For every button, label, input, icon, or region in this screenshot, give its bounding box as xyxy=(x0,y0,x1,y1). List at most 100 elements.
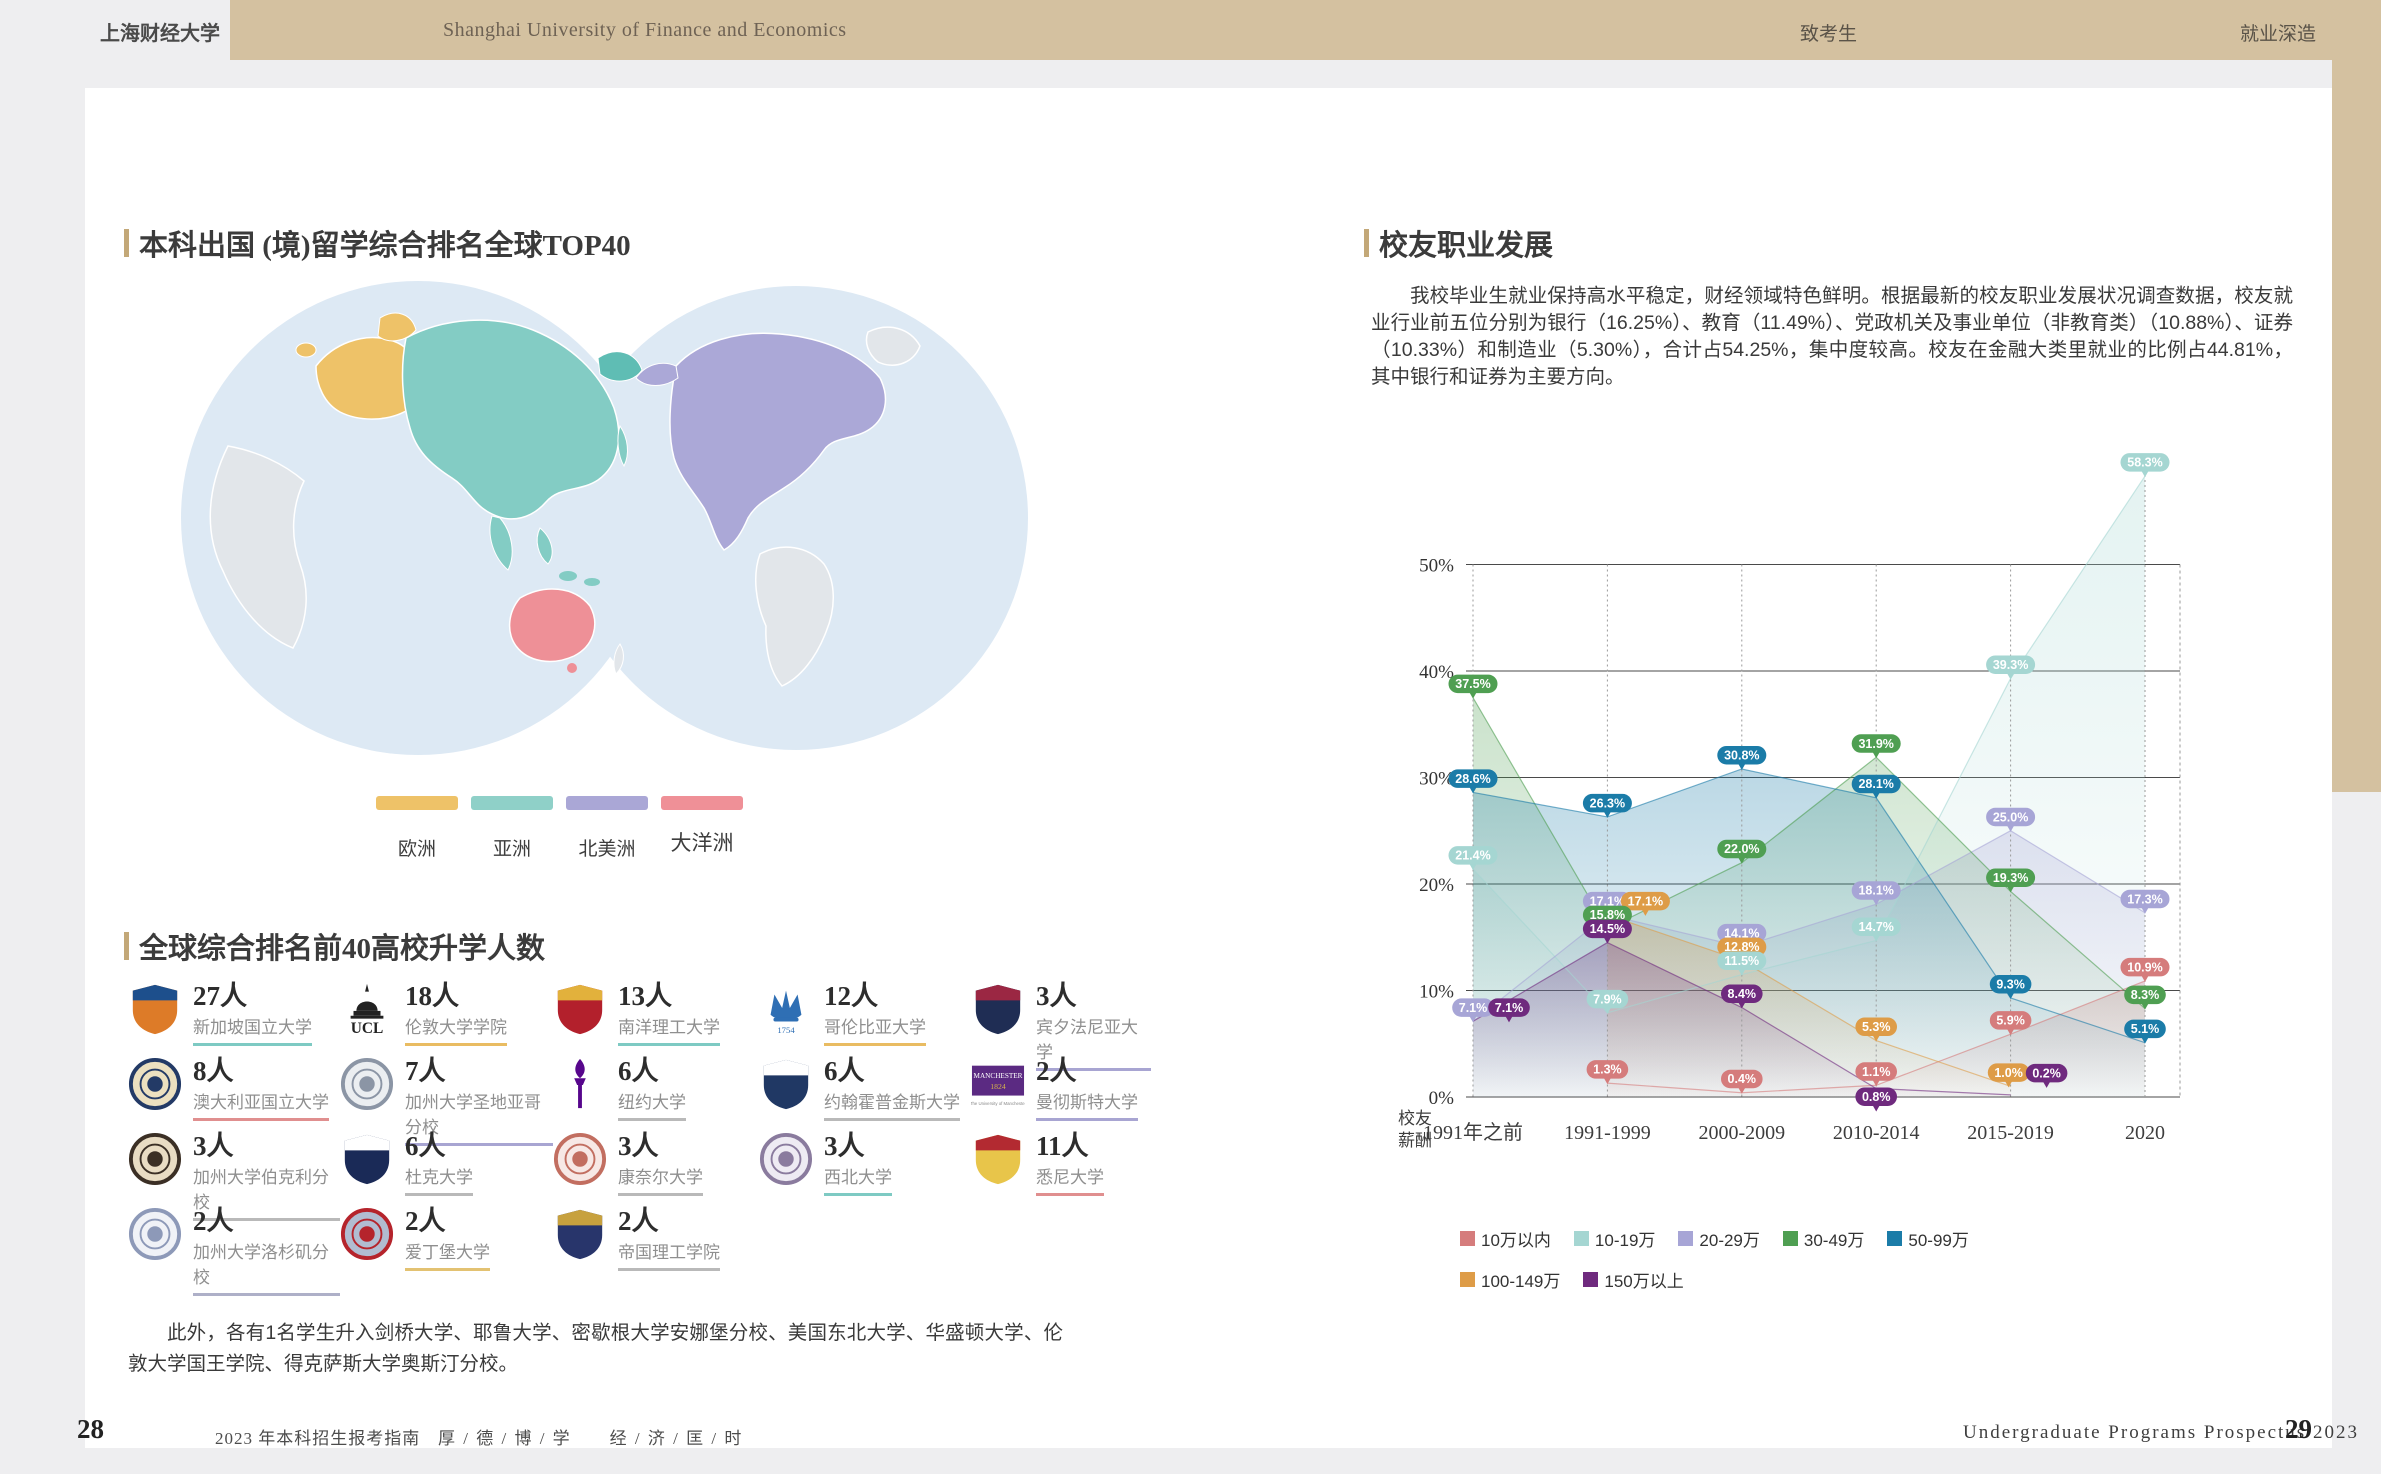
university-item: 13人南洋理工大学 xyxy=(553,982,759,1057)
university-count: 2人 xyxy=(405,1207,490,1235)
chart-legend-label: 20-29万 xyxy=(1699,1226,1759,1251)
svg-text:28.1%: 28.1% xyxy=(1858,777,1893,791)
university-count: 11人 xyxy=(1036,1132,1104,1160)
title-accent-bar xyxy=(124,932,129,960)
university-item: 3人西北大学 xyxy=(759,1132,971,1207)
svg-text:7.1%: 7.1% xyxy=(1459,1001,1488,1015)
university-name: 康奈尔大学 xyxy=(618,1163,703,1196)
university-name: 哥伦比亚大学 xyxy=(824,1013,926,1046)
columbia-crown-icon: 1754 xyxy=(759,982,813,1036)
svg-text:7.1%: 7.1% xyxy=(1495,1001,1524,1015)
university-name: 纽约大学 xyxy=(618,1088,686,1121)
header-nav-examinees: 致考生 xyxy=(1800,19,1857,46)
university-name: 悉尼大学 xyxy=(1036,1163,1104,1196)
svg-text:0.2%: 0.2% xyxy=(2032,1066,2061,1080)
nyu-torch-icon xyxy=(553,1057,607,1111)
university-count: 18人 xyxy=(405,982,507,1010)
chart-legend-label: 150万以上 xyxy=(1604,1267,1683,1292)
university-count: 6人 xyxy=(824,1057,960,1085)
ucla-seal-icon xyxy=(128,1207,182,1261)
svg-text:11.5%: 11.5% xyxy=(1724,954,1759,968)
y-axis-title: 薪酬 xyxy=(1398,1131,1432,1150)
y-axis-tick: 10% xyxy=(1419,982,1454,1003)
university-item: 6人约翰霍普金斯大学 xyxy=(759,1057,971,1132)
section-title-top40: 全球综合排名前40高校升学人数 xyxy=(124,925,545,967)
y-axis-tick: 20% xyxy=(1419,875,1454,896)
map-legend-swatch xyxy=(661,796,743,810)
svg-text:0.4%: 0.4% xyxy=(1728,1072,1757,1086)
university-name: 曼彻斯特大学 xyxy=(1036,1088,1138,1121)
university-grid: 27人新加坡国立大学UCL18人伦敦大学学院13人南洋理工大学175412人哥伦… xyxy=(128,982,1188,1282)
data-label-50-99万: 30.8% xyxy=(1717,746,1766,770)
chart-legend-item: 150万以上 xyxy=(1583,1267,1683,1292)
chart-legend-row: 100-149万 150万以上 xyxy=(1460,1267,1992,1292)
berkeley-seal-icon xyxy=(128,1132,182,1186)
university-name: 伦敦大学学院 xyxy=(405,1013,507,1046)
svg-text:14.7%: 14.7% xyxy=(1858,920,1893,934)
university-item: 2人帝国理工学院 xyxy=(553,1207,759,1282)
y-axis-title: 校友 xyxy=(1398,1109,1432,1128)
chart-legend-label: 30-49万 xyxy=(1804,1226,1864,1251)
university-count: 3人 xyxy=(193,1132,340,1160)
duke-shield-icon xyxy=(340,1132,394,1186)
university-item: 2人爱丁堡大学 xyxy=(340,1207,553,1282)
section-title-alumni: 校友职业发展 xyxy=(1364,222,1553,264)
section-title-study-abroad: 本科出国 (境)留学综合排名全球TOP40 xyxy=(124,222,631,264)
university-item: 27人新加坡国立大学 xyxy=(128,982,340,1057)
upenn-crest-icon xyxy=(971,982,1025,1036)
chart-legend-swatch xyxy=(1678,1231,1693,1246)
university-name: 帝国理工学院 xyxy=(618,1238,720,1271)
footer-motto: 厚 / 德 / 博 / 学 经 / 济 / 匡 / 时 xyxy=(438,1424,743,1449)
y-axis-tick: 50% xyxy=(1419,556,1454,577)
nus-crest-icon xyxy=(128,982,182,1036)
chart-legend-label: 10-19万 xyxy=(1595,1226,1655,1251)
svg-text:25.0%: 25.0% xyxy=(1993,810,2028,824)
svg-text:7.9%: 7.9% xyxy=(1593,992,1622,1006)
section-title-text: 校友职业发展 xyxy=(1379,222,1553,264)
svg-text:1.1%: 1.1% xyxy=(1862,1065,1891,1079)
x-axis-label: 2020 xyxy=(2125,1122,2165,1144)
map-legend-label: 亚洲 xyxy=(471,834,553,861)
university-count: 2人 xyxy=(618,1207,720,1235)
university-name-en: Shanghai University of Finance and Econo… xyxy=(443,19,847,42)
map-legend-item: 北美洲 xyxy=(566,796,648,864)
x-axis-label: 2010-2014 xyxy=(1833,1122,1920,1144)
northwestern-seal-icon xyxy=(759,1132,813,1186)
ucsd-seal-icon xyxy=(340,1057,394,1111)
university-count: 3人 xyxy=(618,1132,703,1160)
university-count: 2人 xyxy=(1036,1057,1138,1085)
alumni-paragraph: 我校毕业生就业保持高水平稳定，财经领域特色鲜明。根据最新的校友职业发展状况调查数… xyxy=(1371,283,2293,391)
y-axis-tick: 40% xyxy=(1419,662,1454,683)
chart-legend-swatch xyxy=(1887,1231,1902,1246)
university-item: 7人加州大学圣地亚哥分校 xyxy=(340,1057,553,1132)
svg-text:5.3%: 5.3% xyxy=(1862,1020,1891,1034)
university-name: 澳大利亚国立大学 xyxy=(193,1088,329,1121)
university-count: 3人 xyxy=(1036,982,1151,1010)
svg-text:8.3%: 8.3% xyxy=(2131,988,2160,1002)
map-legend-label: 欧洲 xyxy=(376,834,458,861)
svg-text:22.0%: 22.0% xyxy=(1724,842,1759,856)
svg-text:0.8%: 0.8% xyxy=(1862,1090,1891,1104)
section-title-text: 本科出国 (境)留学综合排名全球TOP40 xyxy=(139,222,631,264)
svg-text:1.3%: 1.3% xyxy=(1593,1063,1622,1077)
university-item: 11人悉尼大学 xyxy=(971,1132,1151,1207)
svg-text:10.9%: 10.9% xyxy=(2127,960,2162,974)
x-axis-label: 1991年之前 xyxy=(1423,1121,1523,1144)
chart-legend-item: 30-49万 xyxy=(1783,1226,1864,1251)
data-label-30-49万: 31.9% xyxy=(1852,734,1901,758)
manchester-logo-icon: MANCHESTER1824The University of Manchest… xyxy=(971,1057,1025,1111)
footer-caption-left: 2023 年本科招生报考指南 xyxy=(215,1424,420,1449)
right-margin-band xyxy=(2332,0,2381,792)
svg-text:21.4%: 21.4% xyxy=(1455,849,1490,863)
university-item: 2人加州大学洛杉矶分校 xyxy=(128,1207,340,1282)
university-count: 3人 xyxy=(824,1132,892,1160)
chart-legend-swatch xyxy=(1460,1272,1475,1287)
anu-crest-icon xyxy=(128,1057,182,1111)
svg-text:UCL: UCL xyxy=(351,1020,384,1036)
university-name: 西北大学 xyxy=(824,1163,892,1196)
university-item: 3人宾夕法尼亚大学 xyxy=(971,982,1151,1057)
chart-legend-label: 100-149万 xyxy=(1481,1267,1560,1292)
svg-text:37.5%: 37.5% xyxy=(1455,677,1490,691)
svg-text:28.6%: 28.6% xyxy=(1455,772,1490,786)
map-legend-swatch xyxy=(471,796,553,810)
